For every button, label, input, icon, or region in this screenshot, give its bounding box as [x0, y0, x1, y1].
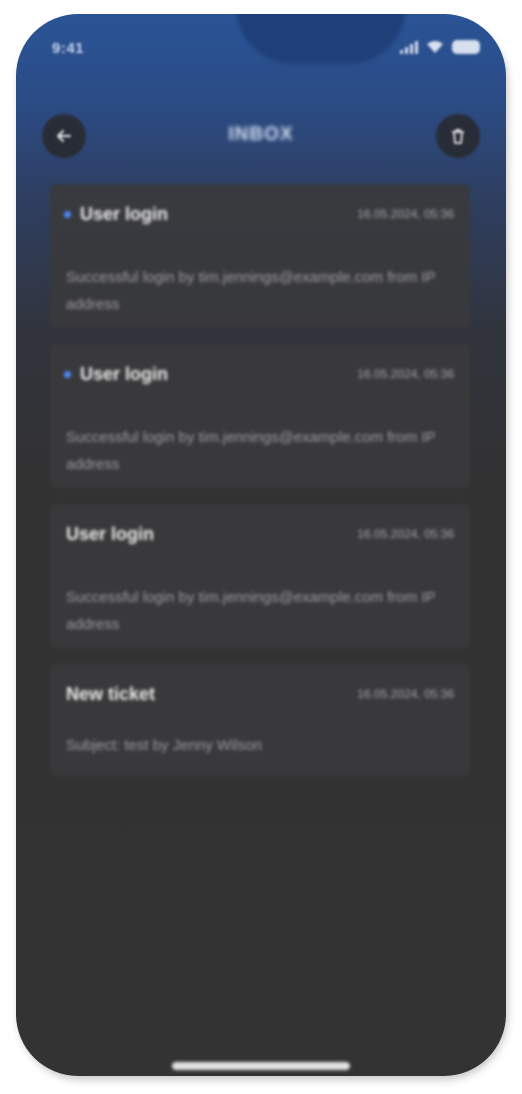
message-date: 16.05.2024, 05:36: [357, 207, 454, 221]
message-list: User login 16.05.2024, 05:36 Successful …: [50, 184, 470, 792]
delete-button[interactable]: [436, 114, 480, 158]
message-header: User login 16.05.2024, 05:36: [66, 524, 454, 548]
home-indicator[interactable]: [172, 1062, 350, 1070]
top-nav: INBOX: [16, 104, 506, 168]
trash-icon: [452, 129, 464, 144]
message-body: Successful login by tim.jennings@example…: [66, 269, 436, 313]
message-date: 16.05.2024, 05:36: [357, 687, 454, 701]
unread-indicator: [64, 211, 71, 218]
message-body: Subject: test by Jenny Wilson: [66, 737, 262, 754]
wifi-icon: [427, 41, 443, 53]
message-card[interactable]: User login 16.05.2024, 05:36 Successful …: [50, 504, 470, 648]
message-title: User login: [80, 364, 169, 384]
battery-icon: [452, 40, 480, 54]
message-header: User login 16.05.2024, 05:36: [64, 364, 454, 388]
message-title: User login: [80, 204, 169, 224]
page-title: INBOX: [228, 124, 294, 145]
message-body: Successful login by tim.jennings@example…: [66, 589, 436, 633]
message-header: User login 16.05.2024, 05:36: [64, 204, 454, 228]
message-card[interactable]: User login 16.05.2024, 05:36 Successful …: [50, 184, 470, 328]
signal-icon: [400, 40, 418, 54]
phone-screen: 9:41 INBOX User login 16.05.2024, 05:36 …: [16, 14, 506, 1076]
status-time: 9:41: [52, 40, 85, 57]
message-title: New ticket: [66, 684, 156, 704]
message-card[interactable]: New ticket 16.05.2024, 05:36 Subject: te…: [50, 664, 470, 776]
message-date: 16.05.2024, 05:36: [357, 367, 454, 381]
status-icons: [400, 40, 480, 54]
message-card[interactable]: User login 16.05.2024, 05:36 Successful …: [50, 344, 470, 488]
message-body: Successful login by tim.jennings@example…: [66, 429, 436, 473]
message-header: New ticket 16.05.2024, 05:36: [66, 684, 454, 708]
status-bar: 9:41: [16, 14, 506, 74]
unread-indicator: [64, 371, 71, 378]
message-date: 16.05.2024, 05:36: [357, 527, 454, 541]
message-title: User login: [66, 524, 155, 544]
